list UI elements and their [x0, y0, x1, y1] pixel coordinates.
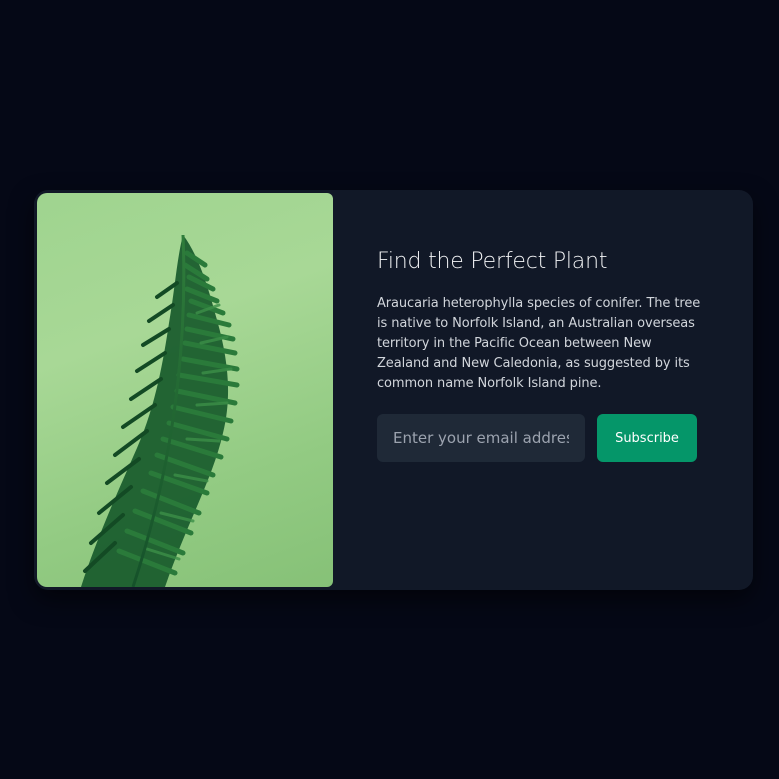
- subscribe-button[interactable]: Subscribe: [597, 414, 697, 462]
- norfolk-pine-branch-illustration: [81, 234, 240, 587]
- newsletter-card: Find the Perfect Plant Araucaria heterop…: [34, 190, 753, 590]
- card-title: Find the Perfect Plant: [377, 249, 608, 274]
- card-description: Araucaria heterophylla species of conife…: [377, 296, 701, 391]
- plant-image: [37, 193, 333, 587]
- email-input[interactable]: [377, 414, 585, 462]
- newsletter-content: Find the Perfect Plant Araucaria heterop…: [377, 246, 707, 462]
- subscribe-form: Subscribe: [377, 414, 707, 462]
